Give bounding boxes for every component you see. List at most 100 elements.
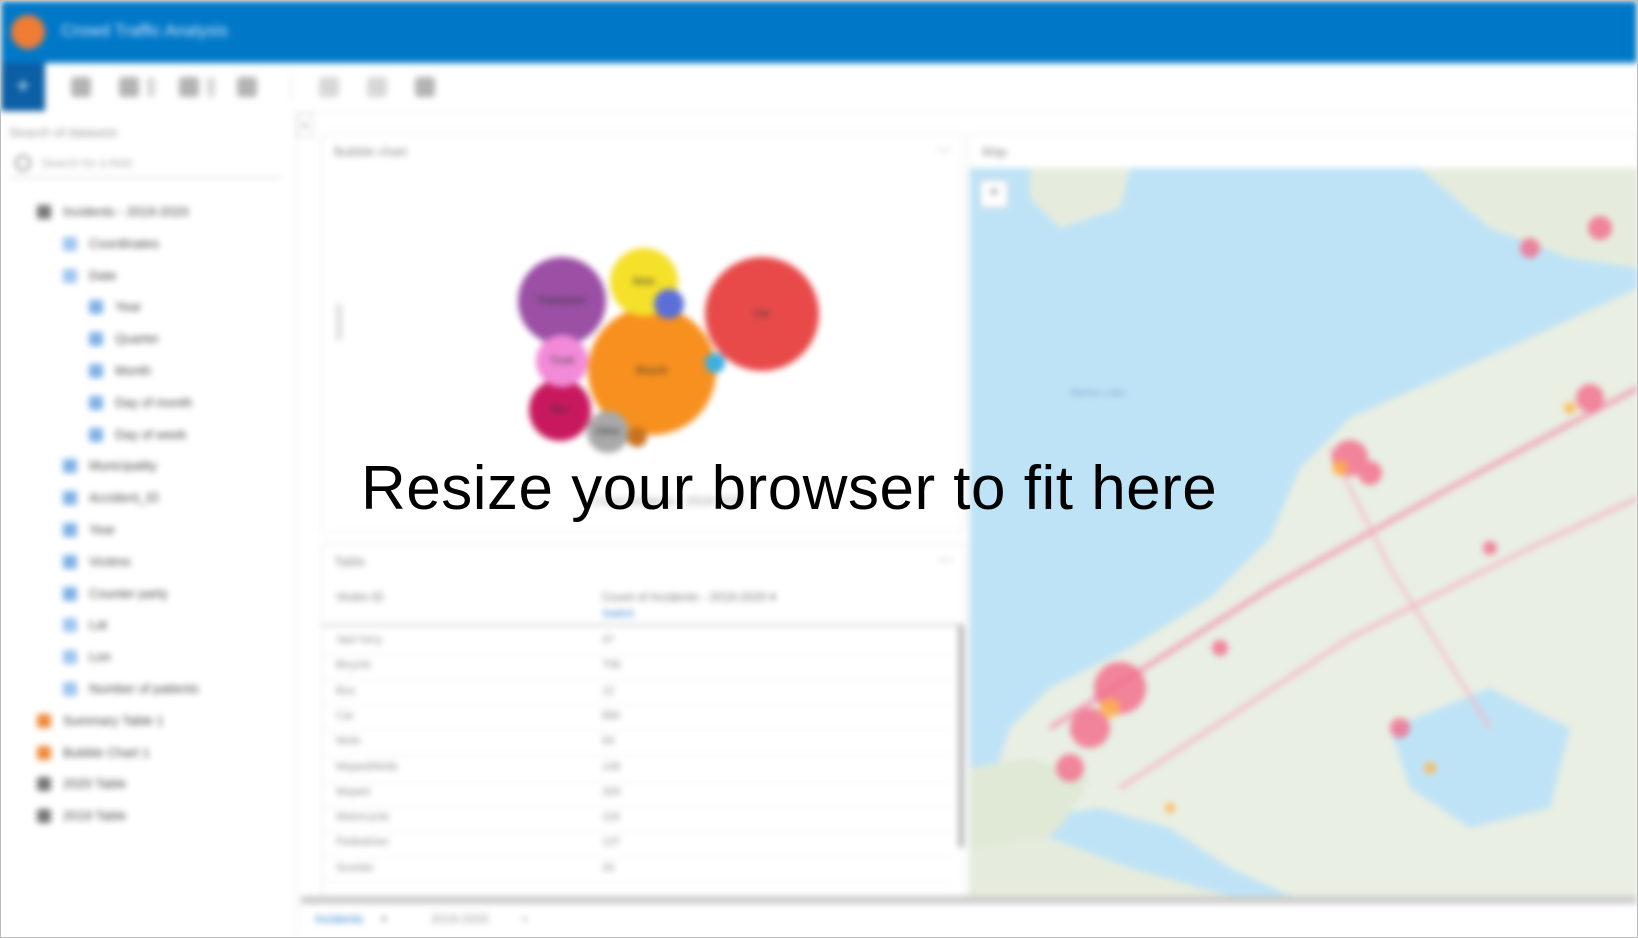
column-header-victim[interactable]: Victim ID xyxy=(336,590,384,604)
summary-icon xyxy=(37,745,51,760)
table-row[interactable]: Moped/Mofa 149 xyxy=(322,755,952,782)
field-icon xyxy=(63,236,77,251)
sheet-tab-incidents[interactable]: Incidents xyxy=(315,912,363,926)
edit-icon[interactable] xyxy=(71,77,91,97)
tree-item-label: Number of patients xyxy=(89,681,199,696)
bubble-label: Truck xyxy=(549,355,575,367)
table-row[interactable]: Pedestrian 137 xyxy=(322,830,952,858)
tree-item-label: Day of month xyxy=(115,394,193,410)
bubble-label: Pedestrian xyxy=(538,295,586,307)
cell-count: 33 xyxy=(602,861,615,874)
table-scrollbar[interactable] xyxy=(958,624,964,848)
cell-count: 880 xyxy=(602,709,621,722)
chevron-down-icon[interactable] xyxy=(207,77,215,97)
cell-victim: Car xyxy=(336,709,354,722)
toolbar-divider xyxy=(291,73,292,101)
zoom-in-button[interactable]: + xyxy=(980,180,1008,208)
add-sheet-button[interactable]: + xyxy=(521,912,528,926)
cell-victim: Van/ lorry xyxy=(336,634,383,646)
resize-message: Resize your browser to fit here xyxy=(361,454,1218,523)
horizontal-scrollbar[interactable] xyxy=(301,896,1637,904)
export-icon[interactable] xyxy=(179,77,199,97)
bubble[interactable]: Pedestrian xyxy=(517,256,607,346)
bubble[interactable] xyxy=(704,352,726,374)
cell-victim: Bus xyxy=(336,684,355,697)
search-icon xyxy=(15,155,31,171)
save-icon[interactable] xyxy=(119,77,139,97)
bubble[interactable] xyxy=(627,427,647,447)
map-image xyxy=(970,168,1637,896)
cell-count: 47 xyxy=(602,634,615,646)
tree-item-label: Year xyxy=(115,299,142,315)
bubble-label: Car xyxy=(753,308,771,320)
cell-victim: Pedestrian xyxy=(336,836,389,849)
table-row[interactable]: Moto 93 xyxy=(322,729,952,757)
database-icon xyxy=(37,205,51,219)
tree-item-label: Victims xyxy=(89,553,131,569)
sheet-tab-bar: Incidents ▾ 2019-2020 + xyxy=(301,904,1637,937)
cell-victim: Bicycle xyxy=(336,659,371,672)
panel-title: Table xyxy=(334,554,366,569)
map-canvas[interactable]: + Marker Lake xyxy=(970,168,1637,896)
field-icon xyxy=(63,491,77,506)
tree-item-label: Coordinates xyxy=(89,235,160,251)
more-options-icon[interactable]: ⋯ xyxy=(938,550,954,570)
app-header: Crowd Traffic Analysis xyxy=(1,1,1637,63)
chevron-down-icon[interactable]: ▾ xyxy=(381,912,387,926)
cell-count: 149 xyxy=(602,760,621,773)
column-header-count[interactable]: Count of Incidents - 2019-2020 ▾ xyxy=(602,590,776,604)
table-panel: Table ⋯ Victim ID Count of Incidents - 2… xyxy=(321,543,965,897)
field-icon xyxy=(89,364,103,378)
cell-count: 326 xyxy=(602,785,621,798)
tree-item-label: Day of week xyxy=(115,426,187,442)
panel-title: Bubble chart xyxy=(334,144,407,159)
table-row[interactable]: Moped 326 xyxy=(322,780,952,807)
table-row[interactable]: Car 880 xyxy=(322,704,952,731)
redo-icon[interactable] xyxy=(367,77,387,97)
cell-victim: Scooter xyxy=(336,861,374,874)
more-options-icon[interactable]: ⋯ xyxy=(936,140,952,160)
app-window: Crowd Traffic Analysis + Search of datas… xyxy=(0,0,1638,938)
bubble-label: Other xyxy=(595,426,621,438)
cell-victim: Moped/Mofa xyxy=(336,760,398,773)
field-icon xyxy=(89,427,103,442)
field-icon xyxy=(63,459,77,474)
table-row[interactable]: Scooter 33 xyxy=(322,856,952,883)
app-logo-icon xyxy=(11,15,45,49)
tree-item-label: Municipality xyxy=(89,458,157,474)
field-search-input[interactable]: Search for a field xyxy=(9,149,281,178)
bubble[interactable]: Bus xyxy=(529,379,591,441)
search-placeholder: Search for a field xyxy=(41,156,132,170)
bubble-label: Moto xyxy=(632,276,656,288)
collapse-sidebar-button[interactable]: ‹ xyxy=(297,113,313,137)
cell-victim: Moped xyxy=(336,785,370,798)
tree-item-label: Year xyxy=(89,522,116,537)
tree-item-label: Counter party xyxy=(89,585,168,601)
table-row[interactable]: Van/ lorry 47 xyxy=(322,628,952,655)
chevron-down-icon[interactable] xyxy=(147,77,155,97)
bubble[interactable]: Truck xyxy=(535,334,589,388)
table-row[interactable]: Bicycle 758 xyxy=(322,653,952,681)
cell-count: 12 xyxy=(602,684,615,697)
table-row[interactable]: Motorcycle 118 xyxy=(322,805,952,833)
map-water-label: Marker Lake xyxy=(1070,388,1126,399)
sidebar-heading: Search of datasets xyxy=(9,125,118,140)
table-row[interactable]: Bus 12 xyxy=(322,679,952,706)
app-title: Crowd Traffic Analysis xyxy=(61,21,228,40)
table-header: Victim ID Count of Incidents - 2019-2020… xyxy=(322,578,962,626)
tree-item-label: Accident_ID xyxy=(89,490,160,506)
panel-title: Map xyxy=(982,144,1008,159)
layout-icon[interactable] xyxy=(415,77,435,97)
copy-icon[interactable] xyxy=(237,77,257,97)
field-icon xyxy=(89,395,103,410)
switch-link[interactable]: Switch xyxy=(602,608,634,620)
add-button[interactable]: + xyxy=(1,63,45,111)
toolbar: + xyxy=(1,63,1637,112)
undo-icon[interactable] xyxy=(319,77,339,97)
y-axis-label xyxy=(336,304,342,340)
sheet-tab-2019-2020[interactable]: 2019-2020 xyxy=(431,912,488,926)
tree-item-label: Incidents - 2019-2020 xyxy=(63,204,189,219)
bubble[interactable]: Other xyxy=(586,410,630,454)
cell-count: 118 xyxy=(602,811,620,824)
bubble[interactable]: Car xyxy=(704,256,820,372)
